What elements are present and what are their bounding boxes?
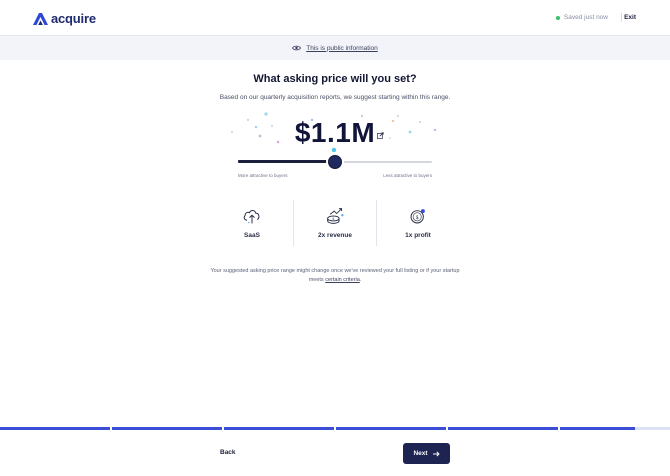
progress-segment-fill — [0, 427, 110, 430]
public-info-link[interactable]: This is public information — [306, 45, 378, 52]
acquire-logo[interactable]: acquire — [33, 11, 96, 26]
header: acquire Saved just now Exit — [0, 0, 670, 36]
progress-segment — [560, 427, 670, 430]
coin-icon: $ — [410, 209, 425, 224]
back-button[interactable]: Back — [220, 449, 236, 456]
exit-button[interactable]: Exit — [624, 14, 636, 21]
eye-icon — [292, 45, 302, 51]
certain-criteria-link[interactable]: certain criteria — [325, 277, 360, 283]
progress-segment-fill — [224, 427, 334, 430]
svg-text:$: $ — [416, 215, 419, 221]
step-progress-bar — [0, 427, 670, 431]
svg-text:$: $ — [332, 217, 334, 221]
progress-segment — [224, 427, 334, 430]
price-value: $1.1M — [294, 117, 376, 148]
arrow-right-icon — [432, 451, 440, 456]
stat-revenue-multiple: $ 2x revenue — [293, 200, 376, 246]
valuation-stats: SaaS $ 2x revenue $ 1x profit — [211, 200, 459, 246]
next-button[interactable]: Next — [403, 443, 450, 464]
public-info-bar: This is public information — [0, 36, 670, 60]
note-end: . — [359, 277, 362, 283]
progress-segment — [112, 427, 222, 430]
price-display: $1.1M — [220, 108, 450, 158]
progress-segment-fill — [448, 427, 558, 430]
slider-label-left: More attractive to buyers — [238, 173, 288, 178]
page-title: What asking price will you set? — [253, 73, 417, 85]
progress-segment-fill — [560, 427, 635, 430]
money-growth-icon: $ — [327, 208, 344, 224]
stat-business-type: SaaS — [211, 200, 293, 246]
progress-segment — [336, 427, 446, 430]
progress-segment-fill — [336, 427, 446, 430]
stat-profit-multiple: $ 1x profit — [376, 200, 459, 246]
acquire-logo-icon — [33, 12, 48, 25]
header-divider — [621, 13, 622, 22]
edit-icon[interactable] — [377, 132, 384, 139]
saved-status-text: Saved just now — [563, 14, 608, 21]
slider-thumb[interactable] — [328, 155, 342, 169]
saved-status: Saved just now — [555, 14, 608, 21]
cloud-upload-icon — [243, 209, 260, 224]
slider-label-right: Less attractive to buyers — [383, 173, 432, 178]
price-note: Your suggested asking price range might … — [210, 267, 460, 285]
next-button-label: Next — [413, 450, 428, 457]
progress-segment — [448, 427, 558, 430]
stat-label: SaaS — [244, 232, 260, 239]
progress-segment — [0, 427, 110, 430]
stat-label: 1x profit — [405, 232, 431, 239]
price-slider[interactable] — [238, 155, 432, 169]
saved-status-dot — [555, 15, 560, 20]
page-subtitle: Based on our quarterly acquisition repor… — [219, 94, 451, 101]
slider-track-fill — [238, 160, 335, 163]
progress-segment-fill — [112, 427, 222, 430]
stat-label: 2x revenue — [318, 232, 352, 239]
brand-name: acquire — [51, 11, 96, 26]
